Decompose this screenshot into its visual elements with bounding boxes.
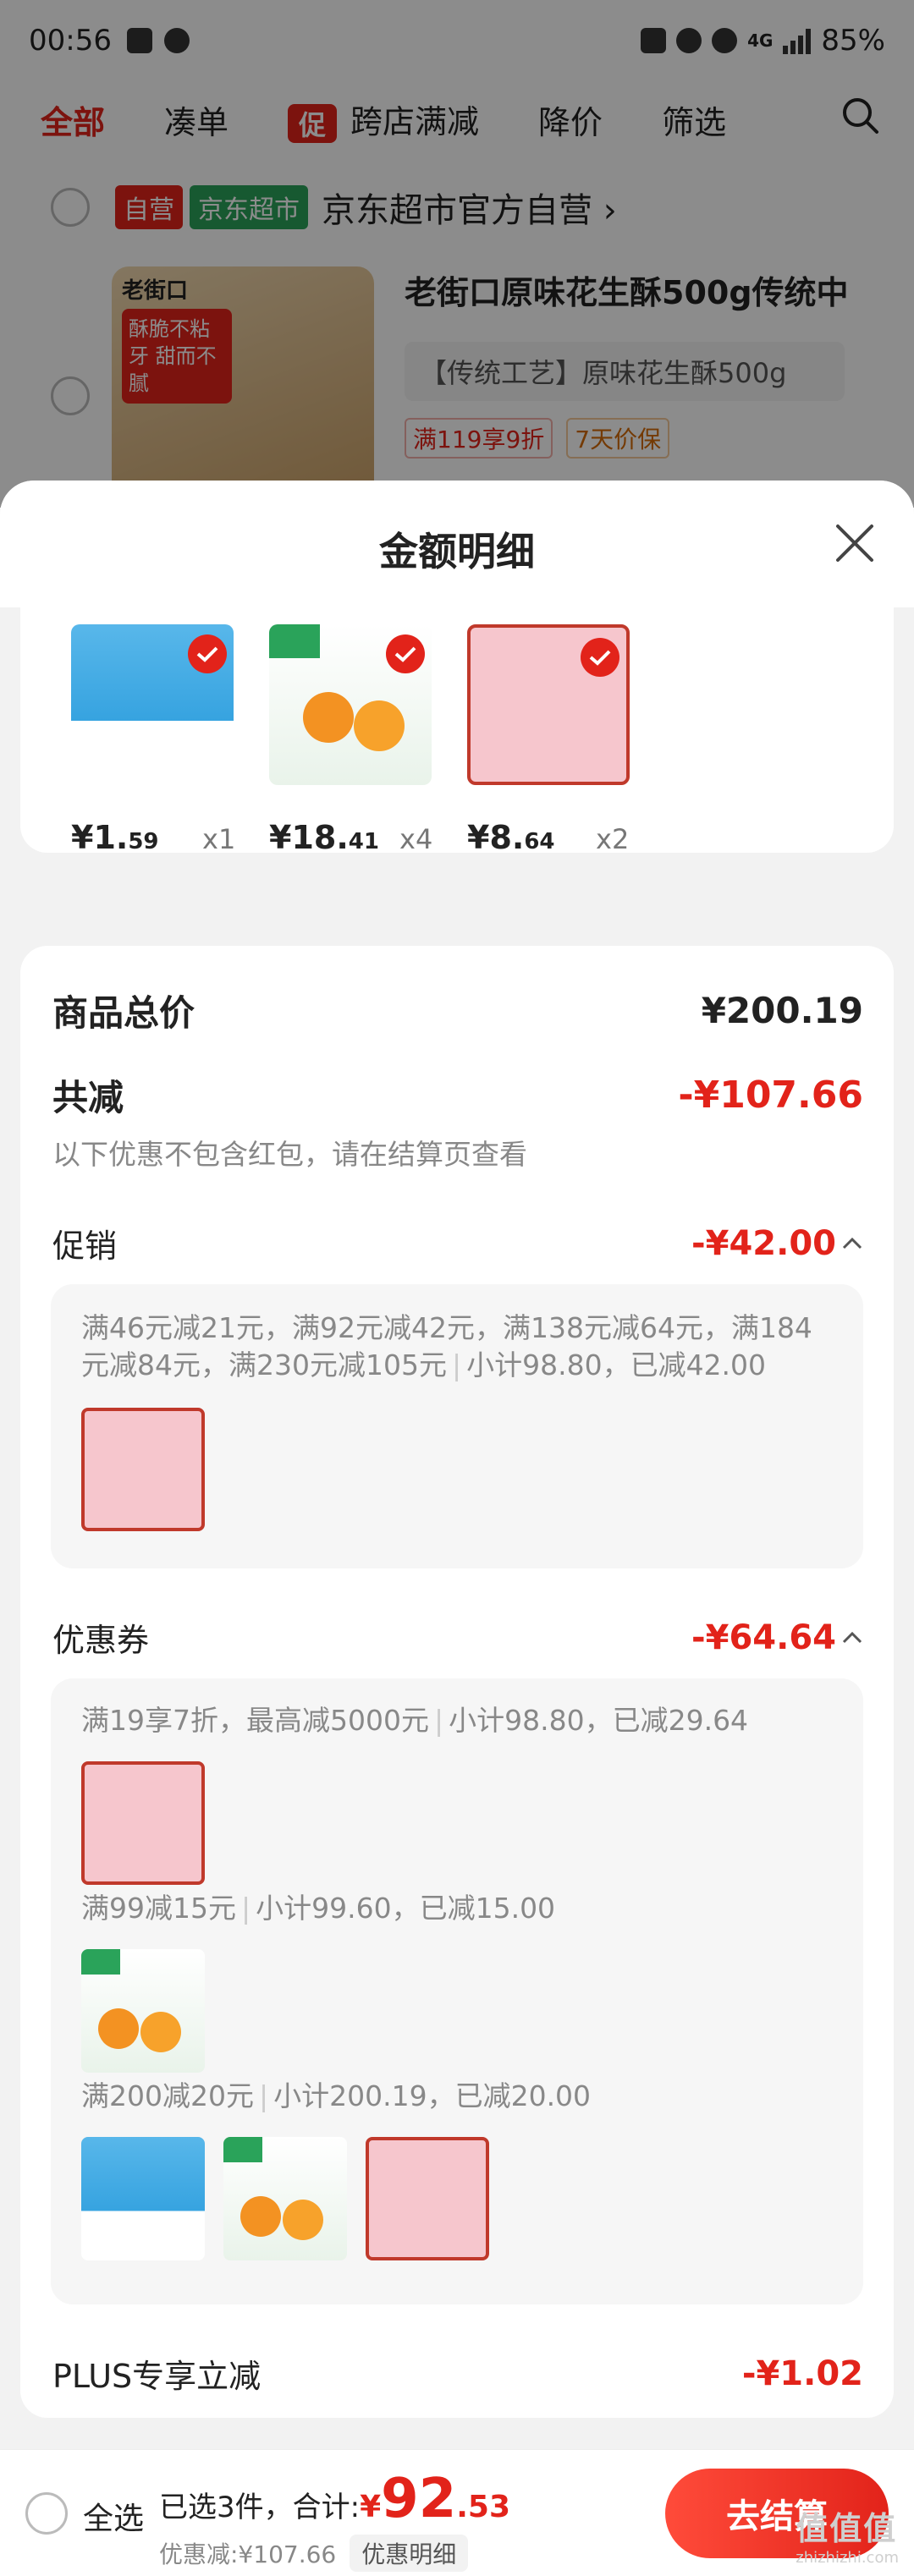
modal-overlay[interactable] bbox=[0, 0, 914, 508]
select-all-label[interactable]: 全选 bbox=[83, 2494, 144, 2538]
glue-product-thumb bbox=[81, 2137, 205, 2260]
promotion-row[interactable]: 促销 -¥42.00 bbox=[52, 1220, 863, 1266]
item-tissue[interactable] bbox=[467, 624, 636, 785]
orange-product-thumb bbox=[81, 1949, 205, 2073]
item-price: ¥8.64 bbox=[467, 819, 555, 856]
item-price: ¥18.41 bbox=[269, 819, 379, 856]
close-icon[interactable] bbox=[833, 521, 877, 565]
amount-breakdown-card: 商品总价 ¥200.19 共减 -¥107.66 以下优惠不包含红包，请在结算页… bbox=[20, 946, 894, 2418]
discount-detail-button[interactable]: 优惠明细 bbox=[350, 2535, 469, 2572]
promotion-detail-box: 满46元减21元，满92元减42元，满138元减64元，满184元减84元，满2… bbox=[51, 1284, 863, 1568]
checked-icon bbox=[188, 634, 227, 673]
item-glue[interactable] bbox=[71, 624, 240, 785]
tissue-product-thumb bbox=[366, 2137, 489, 2260]
selected-summary: 已选3件，合计: ¥92.53 bbox=[159, 2468, 510, 2530]
tissue-product-image bbox=[467, 624, 630, 785]
promotion-rule: 满46元减21元，满92元减42元，满138元减64元，满184元减84元，满2… bbox=[81, 1311, 812, 1381]
total-price: ¥92.53 bbox=[360, 2468, 510, 2530]
amount-detail-sheet: 金额明细 ¥1.59 x1 ¥18.41 x4 ¥8.64 x2 商品总价 ¥2… bbox=[0, 481, 914, 2576]
total-row: 商品总价 ¥200.19 bbox=[52, 985, 863, 1036]
glue-product-image bbox=[71, 624, 234, 785]
selected-items-strip: ¥1.59 x1 ¥18.41 x4 ¥8.64 x2 bbox=[20, 607, 894, 856]
item-qty: x4 bbox=[399, 823, 433, 855]
checkout-bar: 全选 已选3件，合计: ¥92.53 优惠减:¥107.66 优惠明细 去结算 bbox=[0, 2449, 914, 2576]
plus-value: -¥1.02 bbox=[741, 2354, 863, 2393]
plus-label: PLUS专享立减 bbox=[52, 2358, 262, 2395]
coupon-rule: 满99减15元 | 小计99.60，已减15.00 bbox=[81, 1892, 556, 1925]
discount-total-label: 共减 bbox=[52, 1077, 124, 1118]
coupon-detail-box: 满19享7折，最高减5000元 | 小计98.80，已减29.64 满99减15元 |… bbox=[51, 1678, 863, 2304]
tissue-product-thumb bbox=[81, 1408, 205, 1531]
item-qty: x1 bbox=[202, 823, 236, 855]
coupon-rule: 满19享7折，最高减5000元 | 小计98.80，已减29.64 bbox=[81, 1704, 749, 1737]
coupon-label: 优惠券 bbox=[52, 1622, 150, 1659]
item-orange[interactable] bbox=[269, 624, 438, 785]
coupon-value: -¥64.64 bbox=[691, 1618, 836, 1657]
orange-product-thumb bbox=[223, 2137, 347, 2260]
discount-note: 以下优惠不包含红包，请在结算页查看 bbox=[52, 1138, 527, 1171]
promotion-value: -¥42.00 bbox=[691, 1223, 836, 1263]
checked-icon bbox=[581, 638, 619, 677]
watermark: 值值值 zhizhizhi.com bbox=[796, 2510, 899, 2567]
plus-row: PLUS专享立减 -¥1.02 bbox=[52, 2350, 863, 2397]
promotion-label: 促销 bbox=[52, 1228, 118, 1265]
coupon-rule: 满200减20元 | 小计200.19，已减20.00 bbox=[81, 2079, 592, 2112]
orange-product-image bbox=[269, 624, 432, 785]
chevron-up-icon bbox=[842, 1631, 862, 1643]
discount-amount: 优惠减:¥107.66 bbox=[159, 2540, 337, 2568]
item-qty: x2 bbox=[596, 823, 630, 855]
chevron-up-icon bbox=[842, 1237, 862, 1249]
selected-count-label: 已选3件，合计: bbox=[159, 2491, 361, 2524]
sheet-title: 金额明细 bbox=[379, 529, 535, 574]
item-price: ¥1.59 bbox=[71, 819, 159, 856]
total-value: ¥200.19 bbox=[701, 990, 863, 1031]
select-all-radio[interactable] bbox=[25, 2492, 68, 2535]
checked-icon bbox=[386, 634, 425, 673]
total-label: 商品总价 bbox=[52, 992, 195, 1034]
coupon-row[interactable]: 优惠券 -¥64.64 bbox=[52, 1614, 863, 1661]
discount-total-row: 共减 -¥107.66 bbox=[52, 1069, 863, 1121]
tissue-product-thumb bbox=[81, 1761, 205, 1885]
discount-total-value: -¥107.66 bbox=[678, 1074, 863, 1117]
